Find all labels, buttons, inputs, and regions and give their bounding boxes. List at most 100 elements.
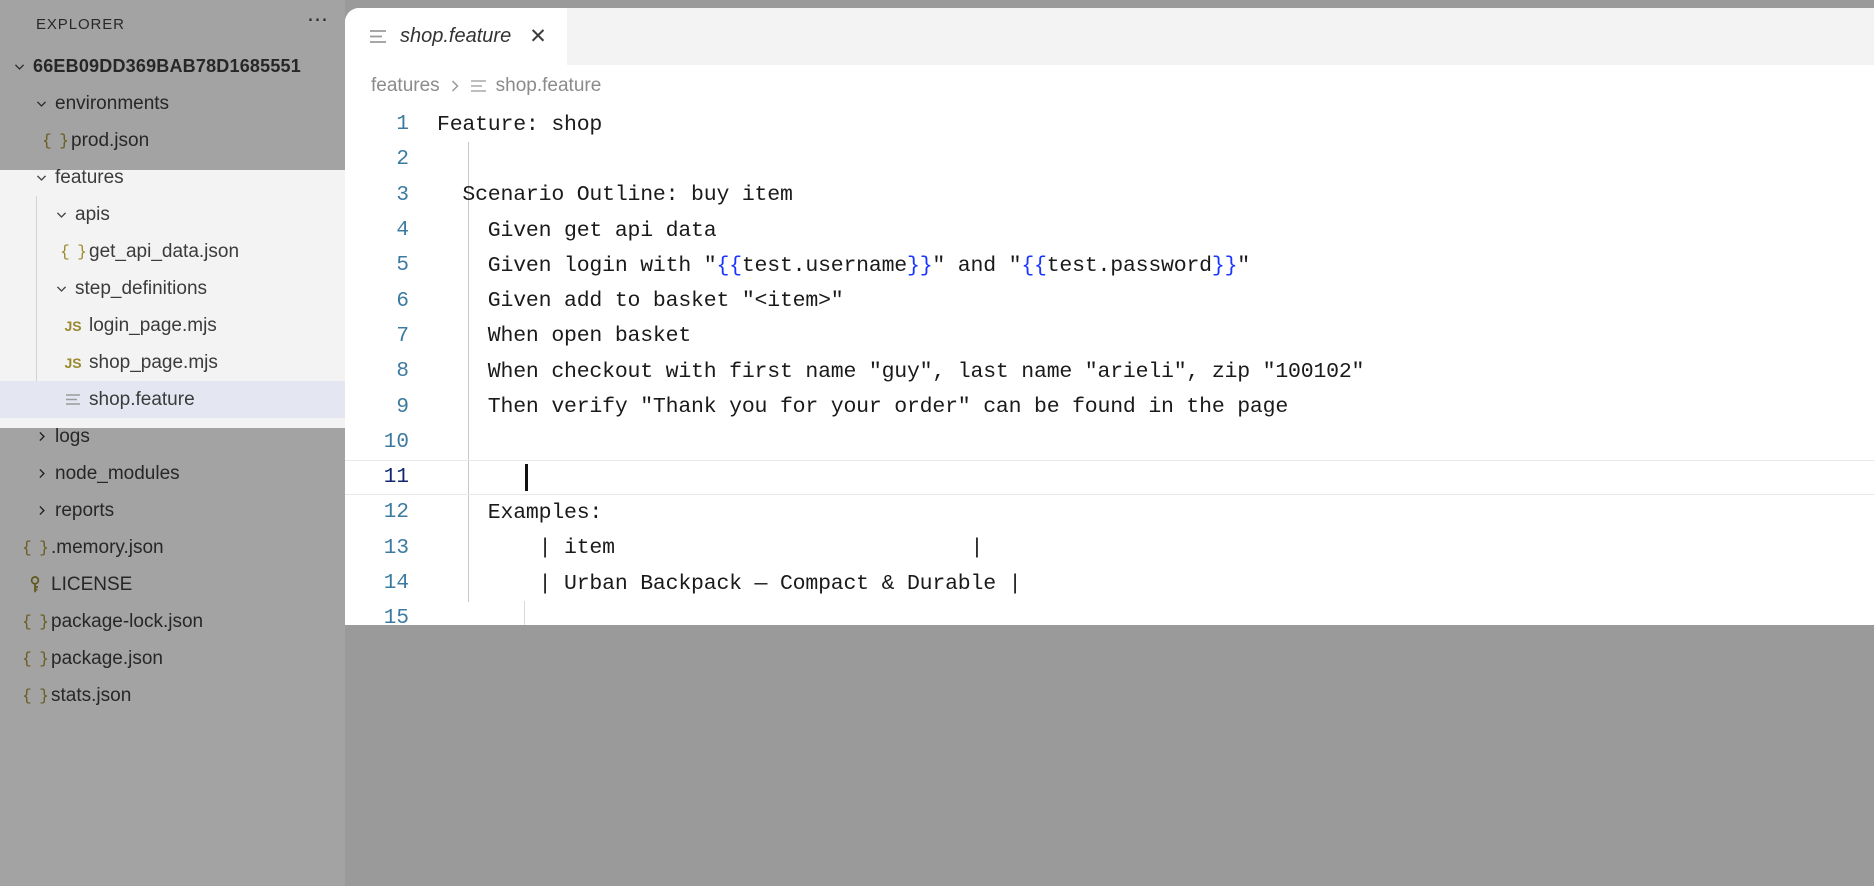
chevron-right-icon	[30, 430, 52, 443]
sidebar-item-reports[interactable]: reports	[0, 492, 345, 529]
sidebar-item-label: features	[52, 167, 124, 189]
line-text: Scenario Outline: buy item	[437, 183, 793, 207]
tab-shop-feature[interactable]: shop.feature ✕	[345, 8, 567, 65]
line-number: 6	[345, 290, 437, 313]
sidebar-item-label: apis	[72, 204, 110, 226]
close-icon[interactable]: ✕	[529, 26, 547, 47]
chevron-down-icon	[8, 60, 30, 73]
sidebar-item-step-definitions[interactable]: step_definitions	[0, 270, 345, 307]
code-line[interactable]: 10	[345, 425, 1874, 460]
sidebar-item-memory-json[interactable]: { } .memory.json	[0, 529, 345, 566]
sidebar-item-logs[interactable]: logs	[0, 418, 345, 455]
sidebar-item-node-modules[interactable]: node_modules	[0, 455, 345, 492]
line-number: 12	[345, 501, 437, 524]
code-line[interactable]: 7 When open basket	[345, 319, 1874, 354]
line-number: 11	[345, 466, 437, 489]
breadcrumb-item-features[interactable]: features	[371, 75, 440, 97]
breadcrumb-label: features	[371, 75, 440, 97]
ellipsis-icon[interactable]: ⋯	[307, 15, 329, 33]
breadcrumb: features shop.feature	[345, 65, 1874, 107]
sidebar-item-label: package.json	[48, 648, 163, 670]
line-text: | item |	[437, 536, 983, 560]
chevron-down-icon	[30, 171, 52, 184]
line-number: 3	[345, 184, 437, 207]
code-line[interactable]: 4 Given get api data	[345, 213, 1874, 248]
sidebar-item-apis[interactable]: apis	[0, 196, 345, 233]
tree-root-label: 66EB09DD369BAB78D1685551	[30, 56, 301, 77]
line-number: 1	[345, 113, 437, 136]
code-line[interactable]: 9 Then verify "Thank you for your order"…	[345, 389, 1874, 424]
line-number: 14	[345, 572, 437, 595]
code-line[interactable]: 3 Scenario Outline: buy item	[345, 178, 1874, 213]
code-line[interactable]: 6 Given add to basket "<item>"	[345, 283, 1874, 318]
code-line[interactable]: 13 | item |	[345, 531, 1874, 566]
sidebar-item-label: node_modules	[52, 463, 180, 485]
code-line[interactable]: 1 Feature: shop	[345, 107, 1874, 142]
tree-root-folder[interactable]: 66EB09DD369BAB78D1685551	[0, 48, 345, 85]
chevron-right-icon	[449, 79, 461, 93]
line-text: When checkout with first name "guy", las…	[437, 360, 1364, 384]
line-number: 15	[345, 607, 437, 625]
sidebar-item-label: shop.feature	[86, 389, 195, 411]
chevron-right-icon	[30, 504, 52, 517]
line-number: 4	[345, 219, 437, 242]
line-text: Given login with "{{test.username}}" and…	[437, 254, 1250, 278]
line-number: 13	[345, 537, 437, 560]
braces-icon: { }	[60, 243, 86, 261]
sidebar-item-label: reports	[52, 500, 114, 522]
sidebar-item-stats-json[interactable]: { } stats.json	[0, 677, 345, 714]
chevron-right-icon	[30, 467, 52, 480]
code-line[interactable]: 5 Given login with "{{test.username}}" a…	[345, 248, 1874, 283]
sidebar-item-label: environments	[52, 93, 169, 115]
sidebar-item-package-json[interactable]: { } package.json	[0, 640, 345, 677]
sidebar-item-shop-feature[interactable]: shop.feature	[0, 381, 345, 418]
code-line[interactable]: 2	[345, 142, 1874, 177]
lines-icon	[60, 393, 86, 407]
code-line[interactable]: 15	[345, 601, 1874, 625]
code-line[interactable]: 12 Examples:	[345, 495, 1874, 530]
window-background	[345, 625, 1874, 886]
braces-icon: { }	[22, 687, 48, 705]
line-text: Given add to basket "<item>"	[437, 289, 843, 313]
explorer-title: EXPLORER	[36, 16, 307, 33]
sidebar-item-get-api-data-json[interactable]: { } get_api_data.json	[0, 233, 345, 270]
braces-icon: { }	[22, 539, 48, 557]
braces-icon: { }	[22, 650, 48, 668]
sidebar-item-environments[interactable]: environments	[0, 85, 345, 122]
vscode-window: EXPLORER ⋯ 66EB09DD369BAB78D1685551 envi…	[0, 0, 1874, 886]
line-number: 9	[345, 396, 437, 419]
sidebar-item-label: shop_page.mjs	[86, 352, 218, 374]
breadcrumb-item-shop-feature[interactable]: shop.feature	[470, 75, 602, 97]
code-line[interactable]: 14 | Urban Backpack — Compact & Durable …	[345, 566, 1874, 601]
sidebar-item-label: get_api_data.json	[86, 241, 239, 263]
sidebar-item-prod-json[interactable]: { } prod.json	[0, 122, 345, 159]
code-line[interactable]: 8 When checkout with first name "guy", l…	[345, 354, 1874, 389]
sidebar-item-label: login_page.mjs	[86, 315, 217, 337]
file-tree: 66EB09DD369BAB78D1685551 environments { …	[0, 48, 345, 714]
sidebar-item-login-page-mjs[interactable]: JS login_page.mjs	[0, 307, 345, 344]
sidebar-item-label: LICENSE	[48, 574, 132, 596]
code-line-active[interactable]: 11	[345, 460, 1874, 495]
js-icon: JS	[60, 355, 86, 371]
sidebar-item-label: package-lock.json	[48, 611, 203, 633]
sidebar-item-package-lock-json[interactable]: { } package-lock.json	[0, 603, 345, 640]
sidebar-item-license[interactable]: LICENSE	[0, 566, 345, 603]
lines-icon	[470, 79, 488, 93]
explorer-sidebar: EXPLORER ⋯ 66EB09DD369BAB78D1685551 envi…	[0, 0, 345, 886]
chevron-down-icon	[50, 208, 72, 221]
sidebar-item-features[interactable]: features	[0, 159, 345, 196]
sidebar-item-shop-page-mjs[interactable]: JS shop_page.mjs	[0, 344, 345, 381]
sidebar-item-label: logs	[52, 426, 90, 448]
js-icon: JS	[60, 318, 86, 334]
key-icon	[22, 576, 48, 594]
line-number: 8	[345, 360, 437, 383]
explorer-header: EXPLORER ⋯	[0, 0, 345, 48]
line-text: Examples:	[437, 501, 602, 525]
code-editor[interactable]: 1 Feature: shop 2 3 Scenario Outline: bu…	[345, 107, 1874, 625]
braces-icon: { }	[22, 613, 48, 631]
braces-icon: { }	[42, 132, 68, 150]
chevron-down-icon	[30, 97, 52, 110]
line-text: Feature: shop	[437, 113, 602, 137]
line-number: 5	[345, 254, 437, 277]
sidebar-item-label: step_definitions	[72, 278, 207, 300]
